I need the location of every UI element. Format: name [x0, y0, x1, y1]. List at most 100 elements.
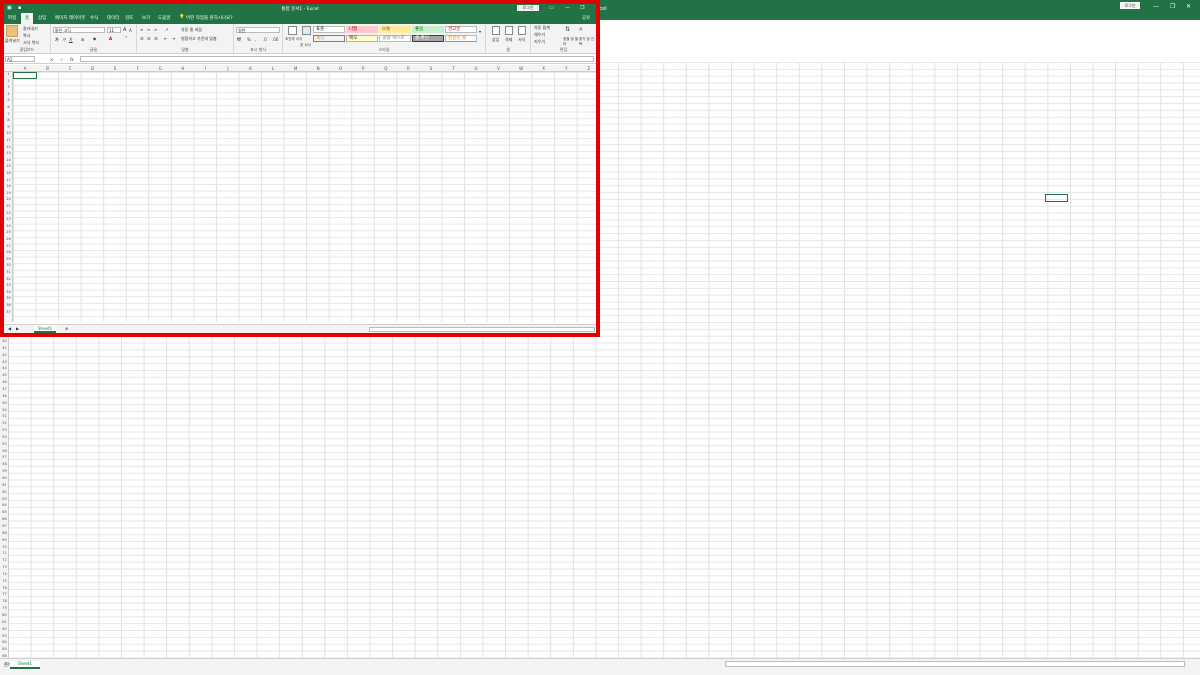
find-select-button[interactable]: 찾기 및 선택 [579, 37, 595, 47]
row-header-cell[interactable]: 5 [4, 98, 12, 102]
column-header-cell[interactable]: A [14, 66, 36, 71]
clear-button[interactable]: 지우기 [534, 39, 545, 45]
row-header-cell[interactable]: 26 [4, 237, 12, 241]
background-row-header-cell[interactable]: 85 [0, 647, 9, 651]
background-row-header-cell[interactable]: 71 [0, 551, 9, 555]
background-row-header-cell[interactable]: 52 [0, 421, 9, 425]
column-header-cell[interactable]: Z [578, 66, 596, 71]
column-header-cell[interactable]: X [533, 66, 555, 71]
column-header-cell[interactable]: O [330, 66, 352, 71]
column-header-cell[interactable]: G [149, 66, 171, 71]
column-header-cell[interactable]: V [488, 66, 510, 71]
tab-home[interactable]: 홈 [21, 13, 34, 24]
background-row-header-cell[interactable]: 54 [0, 435, 9, 439]
background-row-header-cell[interactable]: 69 [0, 538, 9, 542]
window-horizontal-scrollbar[interactable] [369, 327, 595, 332]
column-header-cell[interactable]: B [37, 66, 59, 71]
sort-filter-button[interactable]: 정렬 및 필터 [563, 37, 579, 47]
row-header-cell[interactable]: 3 [4, 85, 12, 89]
background-row-header-cell[interactable]: 82 [0, 627, 9, 631]
row-header-cell[interactable]: 36 [4, 303, 12, 307]
font-name-select[interactable]: 맑은 고딕 [53, 27, 105, 33]
column-header-cell[interactable]: L [262, 66, 284, 71]
italic-button[interactable]: 가 [62, 37, 66, 43]
style-bad[interactable]: 나쁨 [346, 26, 378, 33]
row-header-cell[interactable]: 13 [4, 151, 12, 155]
background-row-header-cell[interactable]: 44 [0, 366, 9, 370]
add-sheet-icon[interactable]: ⊕ [65, 326, 68, 331]
row-header-cell[interactable]: 20 [4, 197, 12, 201]
background-row-header-cell[interactable]: 80 [0, 613, 9, 617]
find-select-icon[interactable]: ⌕ [579, 25, 583, 34]
row-header-cell[interactable]: 7 [4, 112, 12, 116]
font-color-icon[interactable]: A [109, 36, 112, 41]
column-header-cell[interactable]: R [397, 66, 419, 71]
background-row-header-cell[interactable]: 42 [0, 353, 9, 357]
row-header-cell[interactable]: 14 [4, 158, 12, 162]
currency-icon[interactable]: ₩ [237, 37, 241, 42]
horizontal-scrollbar[interactable] [725, 661, 1185, 667]
background-selected-cell[interactable] [1045, 194, 1068, 202]
window-ribbon-options-icon[interactable]: ▭ [549, 5, 554, 11]
style-check-cell[interactable]: 셀 확인 [412, 35, 444, 42]
row-header-cell[interactable]: 25 [4, 230, 12, 234]
row-header-cell[interactable]: 18 [4, 184, 12, 188]
row-header-cell[interactable]: 17 [4, 178, 12, 182]
comma-button[interactable]: , [255, 37, 256, 42]
row-header-cell[interactable]: 12 [4, 145, 12, 149]
background-row-header-cell[interactable]: 47 [0, 387, 9, 391]
selected-cell-a1[interactable] [13, 72, 37, 79]
style-calculation[interactable]: 계산 [313, 35, 345, 42]
window-login-button[interactable]: 로그인 [517, 5, 539, 11]
column-header-cell[interactable]: D [82, 66, 104, 71]
background-row-header-cell[interactable]: 76 [0, 586, 9, 590]
column-header-cell[interactable]: P [352, 66, 374, 71]
row-header-cell[interactable]: 8 [4, 118, 12, 122]
style-linked-cell[interactable]: 연결된 셀 [445, 35, 477, 42]
column-header-cell[interactable]: K [240, 66, 262, 71]
border-icon[interactable]: ⊞ [81, 37, 84, 42]
background-row-header-cell[interactable]: 50 [0, 408, 9, 412]
style-explanatory[interactable]: 설명 텍스트 [379, 35, 411, 42]
background-row-header-cell[interactable]: 75 [0, 579, 9, 583]
row-header-cell[interactable]: 34 [4, 290, 12, 294]
background-row-header-cell[interactable]: 43 [0, 360, 9, 364]
column-header-cell[interactable]: M [285, 66, 307, 71]
formula-input[interactable] [80, 56, 594, 62]
tab-formulas[interactable]: 수식 [90, 15, 98, 21]
style-warning[interactable]: 경고문 [445, 26, 477, 33]
window-restore-icon[interactable]: ❐ [580, 5, 584, 11]
autosum-button[interactable]: 자동 합계 [534, 25, 550, 31]
conditional-format-icon[interactable] [288, 26, 297, 35]
style-note[interactable]: 메모 [346, 35, 378, 42]
tab-insert[interactable]: 삽입 [38, 15, 46, 21]
column-header-cell[interactable]: C [59, 66, 81, 71]
sheet-prev-icon[interactable]: ◀ [8, 326, 11, 331]
row-header-cell[interactable]: 33 [4, 283, 12, 287]
align-top-icon[interactable]: ≡ [140, 27, 143, 32]
shrink-font-icon[interactable]: A [129, 28, 132, 33]
background-row-header-cell[interactable]: 70 [0, 545, 9, 549]
tab-file[interactable]: 파일 [8, 15, 16, 21]
phonetic-icon[interactable]: ᄀ [124, 36, 128, 42]
column-header-cell[interactable]: I [194, 66, 216, 71]
cut-button[interactable]: 잘라내기 [23, 26, 38, 32]
background-row-header-cell[interactable]: 62 [0, 490, 9, 494]
background-row-header-cell[interactable]: 53 [0, 428, 9, 432]
cell-grid[interactable] [13, 72, 596, 322]
font-size-select[interactable]: 11 [107, 27, 121, 33]
name-box[interactable]: A1 [5, 56, 35, 62]
background-row-header-cell[interactable]: 56 [0, 449, 9, 453]
row-header-cell[interactable]: 4 [4, 92, 12, 96]
minimize-icon[interactable]: — [1153, 3, 1159, 10]
insert-cells-button[interactable]: 삽입 [492, 37, 499, 43]
tab-page-layout[interactable]: 페이지 레이아웃 [55, 15, 85, 21]
column-header-cell[interactable]: H [172, 66, 194, 71]
column-header-cell[interactable]: Y [555, 66, 577, 71]
background-row-header-cell[interactable]: 59 [0, 469, 9, 473]
background-row-header-cell[interactable]: 66 [0, 517, 9, 521]
align-bottom-icon[interactable]: ≡ [154, 27, 157, 32]
background-row-header-cell[interactable]: 49 [0, 401, 9, 405]
background-row-header-cell[interactable]: 84 [0, 640, 9, 644]
merge-center-button[interactable]: 병합하고 가운데 맞춤 [181, 36, 217, 42]
